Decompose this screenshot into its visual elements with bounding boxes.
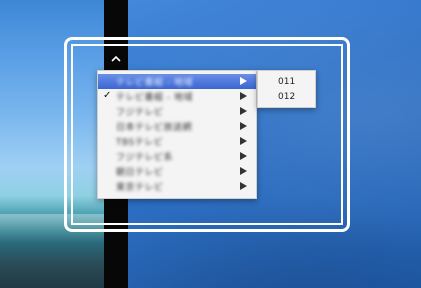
submenu-arrow-icon bbox=[240, 137, 247, 145]
menu-item-label: 日本テレビ放送網 bbox=[116, 123, 193, 133]
submenu-item[interactable]: 012 bbox=[258, 89, 315, 104]
menu-item-label: TBSテレビ bbox=[116, 138, 164, 148]
submenu-arrow-icon bbox=[240, 122, 247, 130]
menu-item-label: テレビ番組 - 地域 bbox=[116, 78, 193, 88]
menu-item[interactable]: 朝日テレビ bbox=[98, 164, 256, 179]
photo-window-strip bbox=[0, 0, 104, 288]
submenu-arrow-icon bbox=[240, 182, 247, 190]
menu-item[interactable]: フジテレビ bbox=[98, 104, 256, 119]
menu-item-label: 東京テレビ bbox=[116, 183, 164, 193]
submenu-arrow-icon bbox=[240, 152, 247, 160]
menu-item-label: 朝日テレビ bbox=[116, 168, 164, 178]
submenu-arrow-icon bbox=[240, 92, 247, 100]
menu-item[interactable]: フジテレビ系 bbox=[98, 149, 256, 164]
menu-item[interactable]: 日本テレビ放送網 bbox=[98, 119, 256, 134]
menu-item-label: フジテレビ bbox=[116, 108, 164, 118]
submenu-arrow-icon bbox=[240, 77, 247, 85]
chevron-up-icon bbox=[111, 55, 121, 62]
menu-item[interactable]: 東京テレビ bbox=[98, 179, 256, 194]
menu-item-label: テレビ番組 - 地域 bbox=[116, 93, 193, 103]
context-menu: テレビ番組 - 地域 ✓ テレビ番組 - 地域 フジテレビ 日本テレビ放送網 T… bbox=[97, 70, 257, 199]
menu-item[interactable]: テレビ番組 - 地域 bbox=[98, 74, 256, 89]
menu-item[interactable]: ✓ テレビ番組 - 地域 bbox=[98, 89, 256, 104]
submenu-item[interactable]: 011 bbox=[258, 74, 315, 89]
menu-item[interactable]: TBSテレビ bbox=[98, 134, 256, 149]
submenu-arrow-icon bbox=[240, 167, 247, 175]
scroll-up-button[interactable] bbox=[104, 48, 128, 68]
submenu: 011 012 bbox=[257, 70, 316, 108]
checkmark-icon: ✓ bbox=[103, 90, 112, 101]
submenu-arrow-icon bbox=[240, 107, 247, 115]
menu-item-label: フジテレビ系 bbox=[116, 153, 174, 163]
